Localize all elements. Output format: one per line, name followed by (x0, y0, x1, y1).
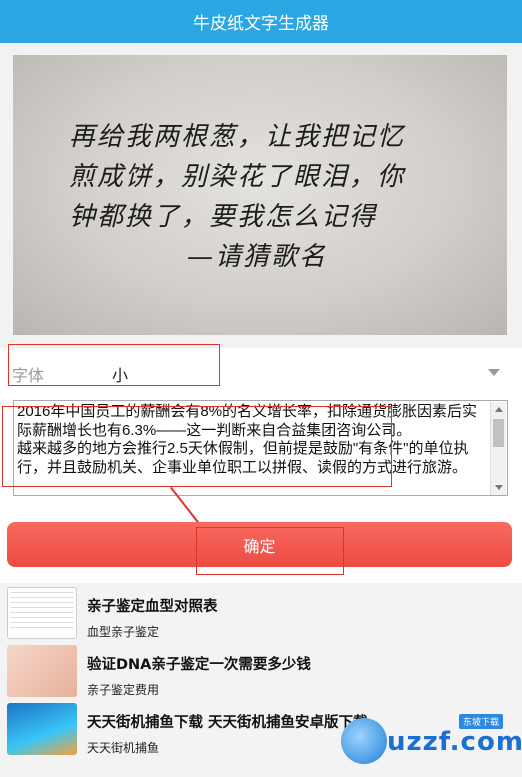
annotation-box (2, 406, 392, 487)
list-item-tag[interactable]: 天天街机捕鱼 (87, 739, 159, 756)
annotation-box (8, 344, 220, 386)
blood-type-table-icon (7, 587, 77, 639)
watermark-logo-icon (341, 718, 387, 764)
list-item-tag[interactable]: 血型亲子鉴定 (87, 623, 159, 640)
annotation-box (196, 527, 344, 575)
watermark-badge: 东坡下载 (459, 714, 504, 729)
preview-area: 再给我两根葱，让我把记忆 煎成饼，别染花了眼泪，你 钟都换了，要我怎么记得 —请… (0, 43, 522, 391)
preview-line: 再给我两根葱，让我把记忆 (69, 122, 406, 152)
scroll-down-icon[interactable] (495, 485, 503, 490)
app-header: 牛皮纸文字生成器 (0, 0, 522, 43)
preview-line: —请猜歌名 (187, 242, 328, 272)
list-item[interactable]: 亲子鉴定血型对照表 血型亲子鉴定 (0, 583, 522, 641)
scroll-thumb[interactable] (493, 419, 504, 447)
page-title: 牛皮纸文字生成器 (193, 14, 329, 34)
preview-line: 煎成饼，别染花了眼泪，你 (69, 162, 406, 192)
list-item-title[interactable]: 天天街机捕鱼下载 天天街机捕鱼安卓版下载 (87, 711, 368, 732)
preview-line: 钟都换了，要我怎么记得 (69, 202, 378, 232)
preview-image: 再给我两根葱，让我把记忆 煎成饼，别染花了眼泪，你 钟都换了，要我怎么记得 —请… (13, 55, 507, 335)
list-item-tag[interactable]: 亲子鉴定费用 (87, 681, 159, 698)
site-watermark: uzzf.com 东坡下载 (341, 712, 522, 767)
fishing-game-icon (7, 703, 77, 755)
list-item-title[interactable]: 验证DNA亲子鉴定一次需要多少钱 (87, 653, 311, 674)
dna-test-icon (7, 645, 77, 697)
list-item[interactable]: 验证DNA亲子鉴定一次需要多少钱 亲子鉴定费用 (0, 641, 522, 699)
chevron-down-icon[interactable] (488, 369, 500, 376)
scroll-up-icon[interactable] (495, 407, 503, 412)
watermark-text: uzzf.com (387, 727, 522, 757)
textarea-scrollbar[interactable] (490, 402, 506, 495)
list-item-title[interactable]: 亲子鉴定血型对照表 (87, 595, 218, 616)
